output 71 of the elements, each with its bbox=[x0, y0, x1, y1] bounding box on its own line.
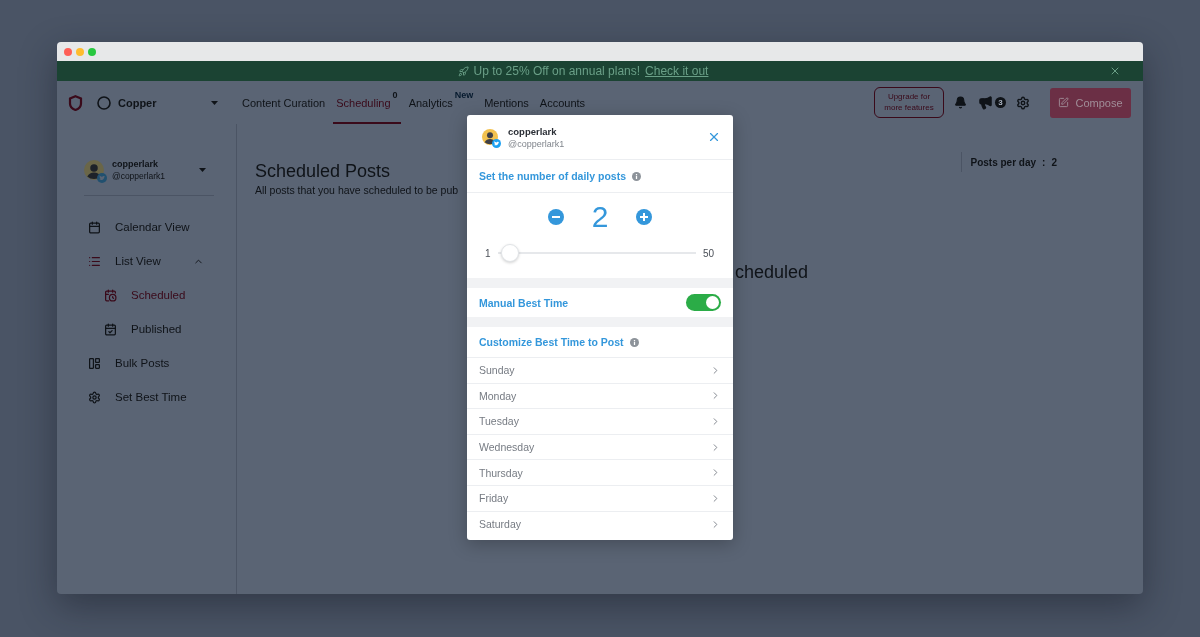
day-row[interactable]: Saturday bbox=[467, 511, 733, 538]
day-row[interactable]: Friday bbox=[467, 485, 733, 512]
toggle-switch[interactable] bbox=[686, 294, 721, 311]
info-icon bbox=[629, 337, 639, 347]
feature-label: New bbox=[454, 89, 474, 100]
nav-tab[interactable]: Content Curation bbox=[239, 81, 329, 124]
slider-thumb[interactable] bbox=[501, 244, 520, 262]
edit-icon bbox=[1058, 97, 1070, 108]
empty-message: cheduled bbox=[735, 262, 810, 282]
banner-text: Up to 25% Off on annual plans! bbox=[473, 64, 641, 78]
section-title: Set the number of daily posts bbox=[479, 170, 627, 182]
upgrade-button[interactable]: Upgrade for more features bbox=[874, 87, 944, 118]
close-icon[interactable] bbox=[707, 130, 721, 144]
day-row[interactable]: Tuesday bbox=[467, 409, 733, 435]
bird-badge-icon bbox=[97, 173, 107, 183]
caret-icon[interactable] bbox=[199, 168, 206, 172]
bird-badge-icon bbox=[492, 139, 501, 148]
calendar-icon bbox=[88, 220, 101, 234]
rocket-icon bbox=[457, 65, 469, 77]
calendar-check-icon bbox=[104, 322, 117, 336]
posts-per-day-label: Posts per day bbox=[970, 156, 1037, 168]
nav-tab[interactable]: Analytics New bbox=[405, 81, 477, 124]
page-title: Scheduled Posts bbox=[255, 160, 392, 182]
sidebar-item[interactable]: List View bbox=[84, 244, 214, 278]
window-maximize-icon[interactable] bbox=[88, 47, 96, 56]
settings-icon[interactable] bbox=[1016, 95, 1030, 110]
minus-icon bbox=[551, 216, 560, 218]
gear-icon bbox=[88, 390, 101, 404]
nav-tab[interactable]: Scheduling 0 bbox=[333, 81, 401, 124]
day-row[interactable]: Monday bbox=[467, 383, 733, 410]
avatar-icon bbox=[97, 95, 111, 110]
section-title: Customize Best Time to Post bbox=[479, 336, 624, 348]
sidebar-item[interactable]: Calendar View bbox=[84, 210, 214, 244]
calendar-clock-icon bbox=[104, 288, 117, 302]
posts-per-day-value: 2 bbox=[1051, 156, 1057, 168]
decrease-button[interactable] bbox=[547, 209, 564, 225]
increase-button[interactable] bbox=[636, 209, 653, 225]
account-name: copperlark bbox=[508, 125, 558, 137]
layout-icon bbox=[88, 356, 101, 370]
logo-icon[interactable] bbox=[68, 94, 83, 111]
info-icon bbox=[632, 171, 642, 181]
count-label: 0 bbox=[392, 89, 398, 100]
account-name: copperlark bbox=[112, 159, 160, 169]
sidebar-item[interactable]: Bulk Posts bbox=[84, 346, 214, 380]
day-row[interactable]: Sunday bbox=[467, 358, 733, 384]
slider-max-label: 50 bbox=[702, 247, 714, 259]
caret-icon[interactable] bbox=[211, 100, 218, 105]
nav-tab[interactable]: Accounts bbox=[536, 81, 589, 124]
window-close-icon[interactable] bbox=[64, 47, 72, 56]
megaphone-icon[interactable] bbox=[978, 95, 993, 110]
slider-min-label: 1 bbox=[485, 247, 491, 259]
nav-tab[interactable]: Mentions bbox=[481, 81, 532, 124]
list-icon bbox=[88, 254, 101, 268]
account-handle: @copperlark1 bbox=[508, 138, 565, 149]
day-row[interactable]: Wednesday bbox=[467, 434, 733, 461]
sidebar-subitem[interactable]: Scheduled bbox=[84, 278, 214, 312]
day-row[interactable]: Thursday bbox=[467, 460, 733, 486]
bell-icon[interactable] bbox=[954, 96, 967, 109]
plus-icon bbox=[640, 213, 649, 221]
page-subtitle: All posts that you have scheduled to be pub bbox=[255, 184, 459, 196]
account-handle: @copperlark1 bbox=[112, 171, 166, 181]
sidebar-subitem[interactable]: Published bbox=[84, 312, 214, 346]
compose-button[interactable]: Compose bbox=[1050, 87, 1131, 118]
daily-posts-value: 2 bbox=[591, 201, 609, 233]
banner-link[interactable]: Check it out bbox=[645, 64, 709, 78]
toggle-label: Manual Best Time bbox=[479, 296, 569, 309]
close-icon[interactable] bbox=[1109, 65, 1121, 77]
workspace-selector[interactable]: Copper bbox=[97, 90, 222, 115]
posts-per-day-separator: : bbox=[1042, 156, 1046, 168]
sidebar-item[interactable]: Set Best Time bbox=[84, 380, 214, 414]
count-badge: 3 bbox=[995, 97, 1006, 108]
